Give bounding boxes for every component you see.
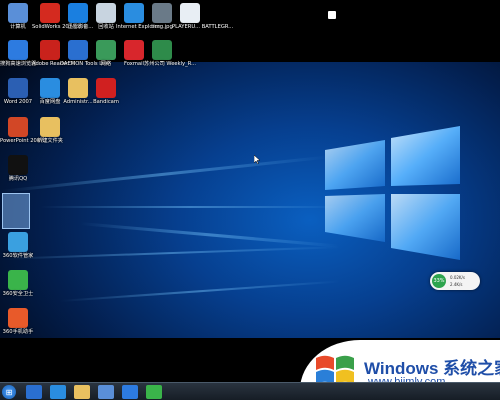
solidworks-icon — [40, 3, 60, 23]
taskbar-explorer-icon[interactable] — [98, 385, 114, 399]
tshirt-icon — [328, 11, 336, 19]
sogou-browser-icon — [8, 40, 28, 60]
qq-icon — [8, 155, 28, 175]
desktop-icon-label: Word 2007 — [3, 99, 33, 105]
taskbar-360browser-icon[interactable] — [146, 385, 162, 399]
desktop-icon[interactable]: 搜狗高速浏览器 — [0, 40, 36, 67]
desktop-icon[interactable]: 360软件管家 — [0, 232, 36, 259]
light-ray — [59, 280, 340, 302]
desktop-icon-label: Bandicam — [93, 99, 119, 105]
desktop-icon-label: 360手机助手 — [2, 329, 34, 335]
desktop-icon[interactable]: 苏州公司 Weekly_R... — [144, 40, 197, 67]
desktop-icon-label: 新建文件夹 — [37, 138, 63, 144]
light-ray — [79, 222, 340, 248]
powerpoint-icon — [8, 117, 28, 137]
start-glyph: ⊞ — [5, 387, 13, 397]
light-ray — [0, 246, 340, 260]
360-mobile-icon — [8, 308, 28, 328]
xunlei-player-icon — [68, 3, 88, 23]
taskbar-ie-icon[interactable] — [50, 385, 66, 399]
excel-file-icon — [152, 40, 172, 60]
image-file-icon — [152, 3, 172, 23]
word-icon — [8, 78, 28, 98]
daemon-tools-icon — [68, 40, 88, 60]
desktop-icon[interactable]: 计算机 — [0, 3, 36, 30]
taskbar-sogou-icon[interactable] — [122, 385, 138, 399]
desktop-icon-label: 360软件管家 — [2, 253, 34, 259]
desktop-icon[interactable]: 360手机助手 — [0, 308, 36, 335]
light-ray — [0, 155, 329, 193]
foxmail-icon — [124, 40, 144, 60]
360-software-icon — [8, 232, 28, 252]
start-button[interactable]: ⊞ — [2, 385, 16, 399]
desktop-icon-label: 腾讯QQ — [8, 176, 28, 182]
bandicam-icon — [96, 78, 116, 98]
selected-icon-highlight[interactable] — [2, 193, 30, 229]
taskbar: ⊞ — [0, 382, 500, 400]
document-icon — [180, 3, 200, 23]
upload-speed: 0.02K/s — [450, 275, 465, 280]
desktop-icon-label: 360安全卫士 — [2, 291, 34, 297]
adobe-reader-icon — [40, 40, 60, 60]
download-speed: 2.4K/s — [450, 282, 463, 287]
taskbar-360-icon[interactable] — [26, 385, 42, 399]
ie-icon — [124, 3, 144, 23]
network-icon — [96, 40, 116, 60]
desktop-icon[interactable]: Word 2007 — [0, 78, 36, 105]
folder-icon — [40, 117, 60, 137]
desktop-icon-label: 计算机 — [10, 24, 26, 30]
desktop-icon[interactable]: 360安全卫士 — [0, 270, 36, 297]
360-security-icon — [8, 270, 28, 290]
baidu-netdisk-icon — [40, 78, 60, 98]
cpu-percent: 33% — [432, 274, 446, 288]
desktop-icon[interactable]: 新建文件夹 — [32, 117, 68, 144]
light-ray — [40, 206, 340, 208]
desktop-icon-label: PLAYERU... BATTLEGR... — [172, 24, 234, 30]
recycle-bin-icon — [96, 3, 116, 23]
mouse-cursor-icon — [254, 155, 260, 164]
desktop-icon-label: 苏州公司 Weekly_R... — [144, 61, 197, 67]
desktop-icon[interactable]: 腾讯QQ — [0, 155, 36, 182]
desktop-icon-label: 搜狗高速浏览器 — [0, 61, 37, 67]
network-speed-widget[interactable]: 33% 0.02K/s 2.4K/s — [430, 272, 480, 290]
desktop: 计算机 SolidWorks 2014 x64 ... 迅雷影音 回收站 Interne… — [0, 0, 500, 400]
desktop-icon-label: PowerPoint 2007 — [0, 138, 44, 144]
desktop-icon[interactable]: PowerPoint 2007 — [0, 117, 44, 144]
user-folder-icon — [68, 78, 88, 98]
computer-icon — [8, 3, 28, 23]
windows-logo — [325, 126, 460, 260]
desktop-icon[interactable]: PLAYERU... BATTLEGR... — [172, 3, 234, 30]
taskbar-folder-icon[interactable] — [74, 385, 90, 399]
desktop-icon[interactable]: Bandicam — [88, 78, 124, 105]
